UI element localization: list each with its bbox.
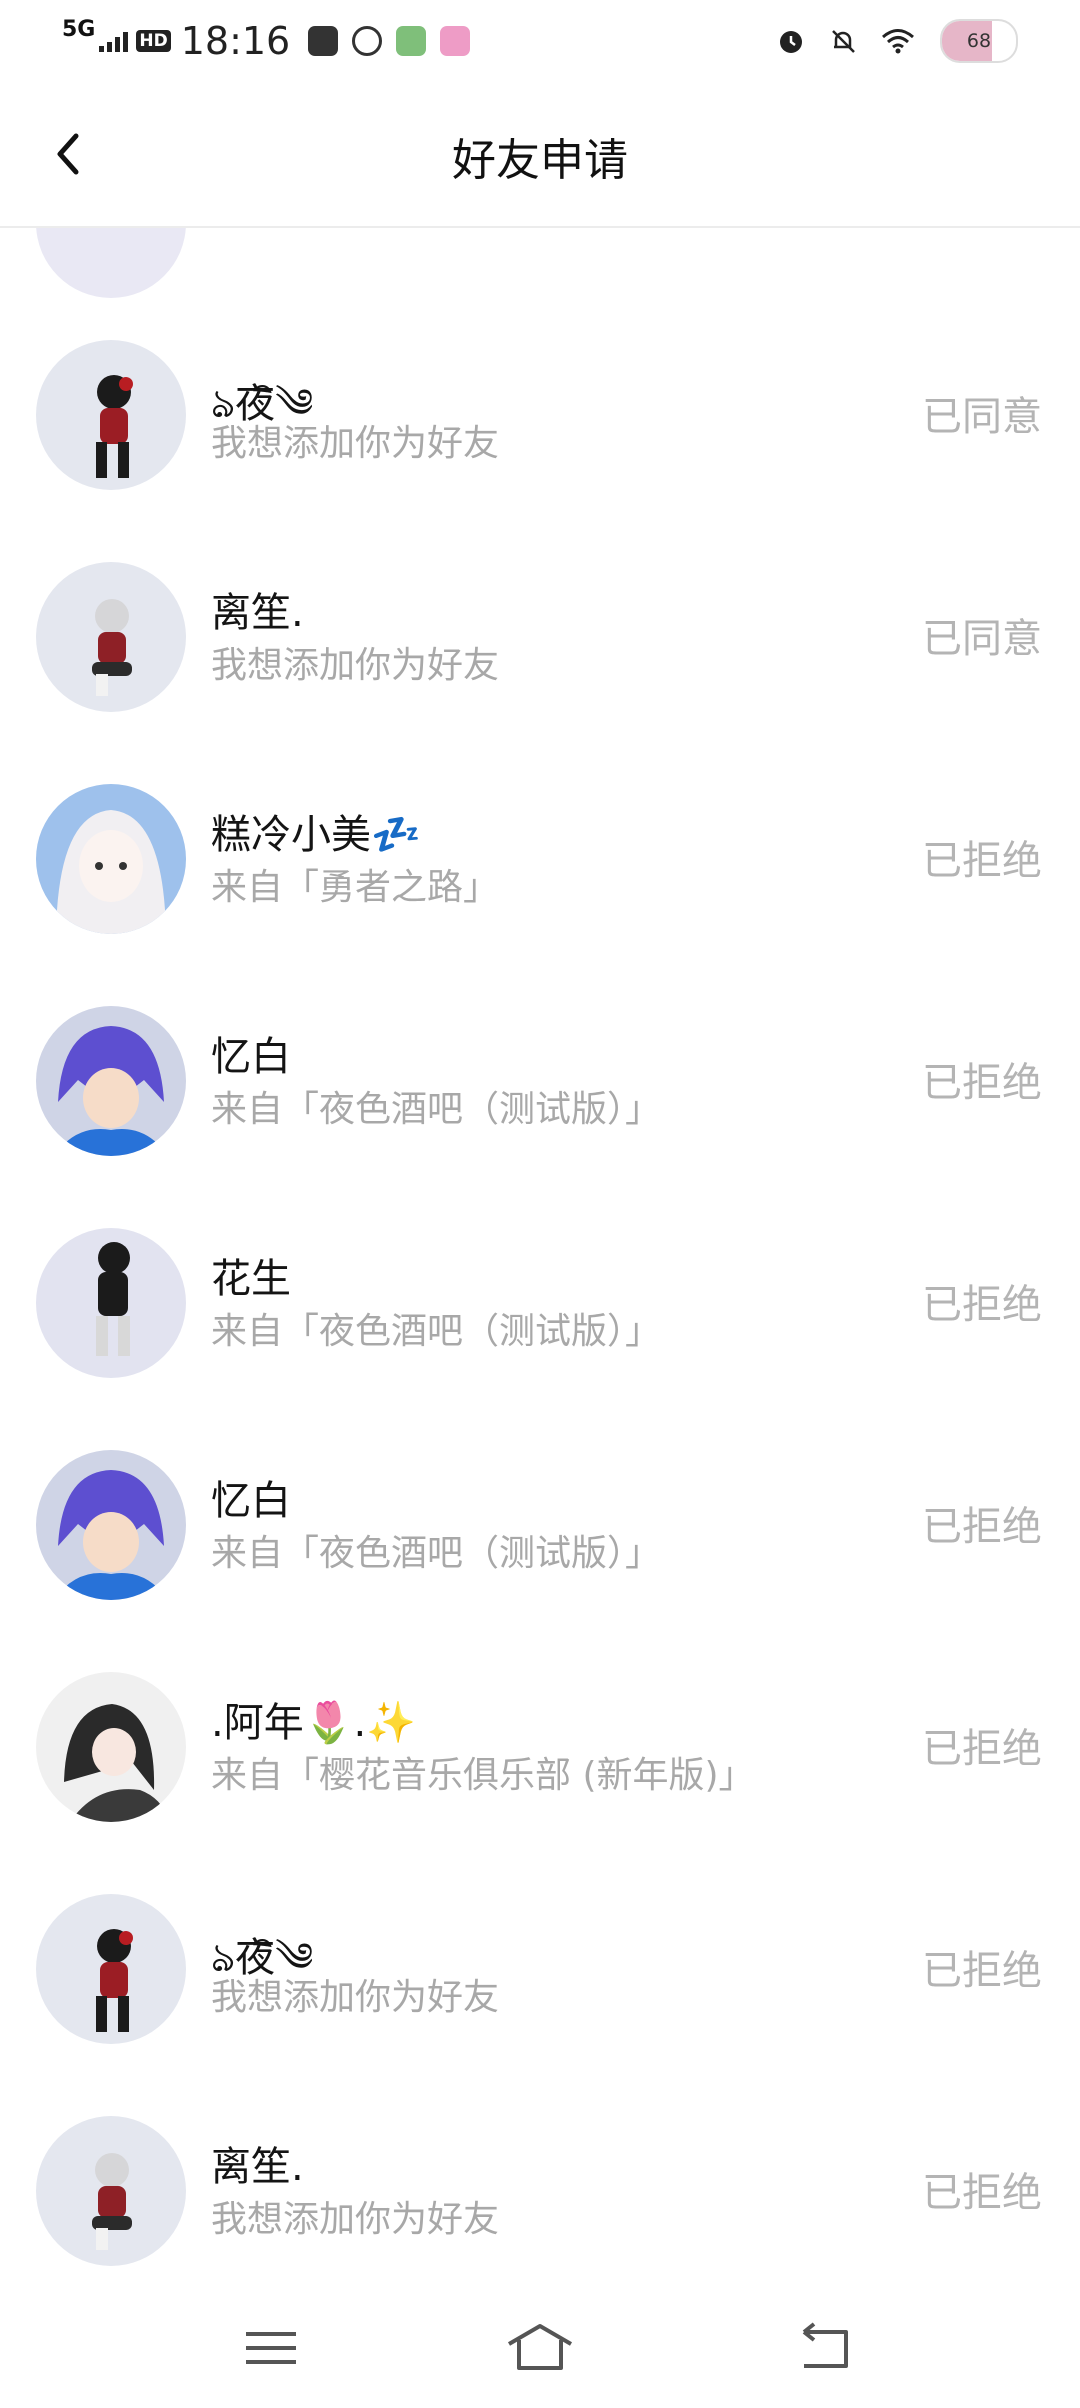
status-bar: 5G HD 18:16 68: [0, 0, 1080, 84]
clock: 18:16: [180, 19, 291, 63]
request-message: 来自「夜色酒吧（测试版）」: [211, 1533, 662, 1574]
at-app-icon: [352, 26, 383, 56]
request-status: 已同意: [922, 394, 1042, 440]
request-status: 已拒绝: [922, 1282, 1042, 1328]
avatar: [36, 228, 186, 298]
request-status: 已同意: [922, 616, 1042, 662]
page-title: 好友申请: [452, 135, 628, 186]
request-status: 已拒绝: [922, 2170, 1042, 2216]
request-status: 已拒绝: [922, 1060, 1042, 1106]
requester-name: 忆白: [211, 1478, 291, 1524]
list-item[interactable]: 离笙. 我想添加你为好友 已同意: [0, 542, 1080, 764]
avatar: [36, 1228, 186, 1378]
avatar: [36, 1672, 186, 1822]
wifi-icon: [882, 29, 914, 54]
request-message: 我想添加你为好友: [211, 2199, 500, 2240]
avatar: [36, 1894, 186, 2044]
battery-level: 68: [966, 30, 992, 52]
pink-app-icon: [440, 26, 471, 56]
list-item[interactable]: 花生 来自「夜色酒吧（测试版）」 已拒绝: [0, 1208, 1080, 1430]
menu-icon[interactable]: [236, 2318, 306, 2378]
requester-name: 花生: [211, 1256, 291, 1302]
requester-name: 糕冷小美💤: [211, 812, 421, 858]
mute-bell-icon: [832, 30, 855, 53]
request-message: 来自「夜色酒吧（测试版）」: [211, 1311, 662, 1352]
list-item[interactable]: ঌ夜ิ༄ 我想添加你为好友 已拒绝: [0, 1874, 1080, 2096]
signal-icon: [99, 30, 129, 52]
list-item[interactable]: .阿年🌷.✨ 来自「樱花音乐俱乐部 (新年版)」 已拒绝: [0, 1652, 1080, 1874]
request-message: 来自「勇者之路」: [211, 867, 500, 908]
request-message: 我想添加你为好友: [211, 645, 500, 686]
avatar: [36, 1450, 186, 1600]
avatar: [36, 562, 186, 712]
requester-name: 忆白: [211, 1034, 291, 1080]
requester-name: 离笙.: [211, 2144, 304, 2190]
avatar: [36, 784, 186, 934]
back-nav-icon[interactable]: [790, 2318, 860, 2378]
requester-name: .阿年🌷.✨: [211, 1700, 417, 1746]
avatar: [36, 2116, 186, 2266]
request-status: 已拒绝: [922, 1948, 1042, 1994]
requester-name: 离笙.: [211, 590, 304, 636]
list-item[interactable]: 忆白 来自「夜色酒吧（测试版）」 已拒绝: [0, 1430, 1080, 1652]
list-item[interactable]: 糕冷小美💤 来自「勇者之路」 已拒绝: [0, 764, 1080, 986]
list-item[interactable]: ঌ夜ิ༄ 我想添加你为好友 已同意: [0, 320, 1080, 542]
system-navigation-bar: [0, 2288, 1080, 2408]
hd-badge: HD: [136, 30, 171, 52]
request-message: 我想添加你为好友: [211, 423, 500, 464]
request-status: 已拒绝: [922, 1726, 1042, 1772]
home-icon[interactable]: [505, 2318, 575, 2378]
alarm-icon: [780, 31, 802, 53]
request-message: 来自「樱花音乐俱乐部 (新年版)」: [211, 1755, 755, 1796]
request-status: 已拒绝: [922, 838, 1042, 884]
request-message: 来自「夜色酒吧（测试版）」: [211, 1089, 662, 1130]
header-bar: 好友申请: [0, 84, 1080, 228]
avatar: [36, 1006, 186, 1156]
list-item[interactable]: 离笙. 我想添加你为好友 已拒绝: [0, 2096, 1080, 2288]
friend-request-list[interactable]: ঌ夜ิ༄ 我想添加你为好友 已同意 离笙. 我想添加你为好友 已同意 糕冷小美💤…: [0, 228, 1080, 2288]
green-app-icon: [396, 26, 427, 56]
battery-icon: 68: [940, 19, 1018, 63]
network-type: 5G: [62, 16, 96, 42]
request-message: 我想添加你为好友: [211, 1977, 500, 2018]
list-item[interactable]: 忆白 来自「夜色酒吧（测试版）」 已拒绝: [0, 986, 1080, 1208]
request-status: 已拒绝: [922, 1504, 1042, 1550]
avatar: [36, 340, 186, 490]
message-app-icon: [308, 26, 339, 56]
